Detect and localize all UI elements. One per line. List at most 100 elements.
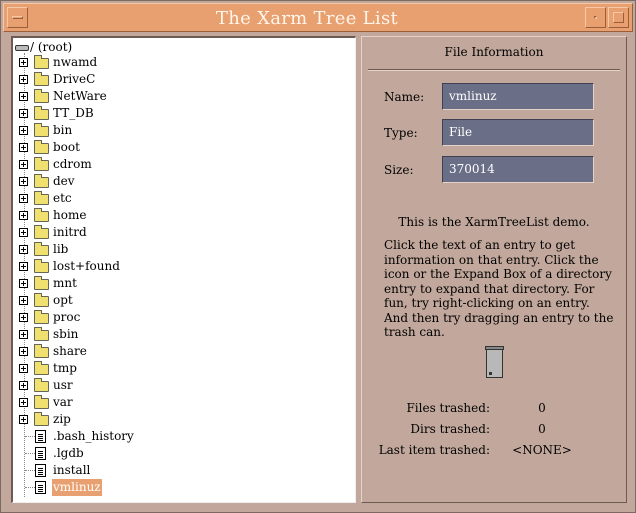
expand-box-icon[interactable] — [19, 58, 28, 67]
tree-item-label[interactable]: .lgdb — [52, 445, 85, 462]
tree-connector — [25, 470, 35, 471]
tree-root[interactable]: / (root) — [15, 40, 72, 54]
folder-icon[interactable] — [34, 55, 49, 69]
folder-icon[interactable] — [34, 174, 49, 188]
tree-connector — [25, 487, 35, 488]
file-icon[interactable] — [35, 447, 46, 460]
expand-box-icon[interactable] — [19, 347, 28, 356]
folder-icon[interactable] — [34, 361, 49, 375]
file-icon[interactable] — [35, 481, 46, 494]
trash-can-icon[interactable] — [485, 346, 504, 378]
tree-connector — [25, 453, 35, 454]
folder-icon[interactable] — [34, 395, 49, 409]
folder-icon[interactable] — [34, 225, 49, 239]
expand-box-icon[interactable] — [19, 75, 28, 84]
folder-icon[interactable] — [34, 89, 49, 103]
tree-item-label[interactable]: lib — [52, 241, 69, 258]
tree-item-label[interactable]: sbin — [52, 326, 79, 343]
file-icon[interactable] — [35, 430, 46, 443]
tree-item-label[interactable]: cdrom — [52, 156, 93, 173]
type-label: Type: — [384, 126, 418, 140]
folder-icon[interactable] — [34, 72, 49, 86]
tree-item-label[interactable]: zip — [52, 411, 72, 428]
folder-icon[interactable] — [34, 157, 49, 171]
expand-box-icon[interactable] — [19, 177, 28, 186]
folder-icon[interactable] — [34, 140, 49, 154]
tree-item-label[interactable]: tmp — [52, 360, 78, 377]
tree-item-label[interactable]: usr — [52, 377, 74, 394]
expand-box-icon[interactable] — [19, 364, 28, 373]
expand-box-icon[interactable] — [19, 126, 28, 135]
demo-caption: This is the XarmTreeList demo. — [398, 215, 590, 229]
tree-item-label[interactable]: vmlinuz — [52, 479, 102, 496]
last-trashed-value: <NONE> — [512, 443, 572, 457]
tree-item-label[interactable]: initrd — [52, 224, 88, 241]
folder-icon[interactable] — [34, 412, 49, 426]
window-title: The Xarm Tree List — [215, 8, 399, 29]
tree-item-label[interactable]: nwamd — [52, 54, 98, 71]
tree-item-label[interactable]: var — [52, 394, 74, 411]
expand-box-icon[interactable] — [19, 245, 28, 254]
folder-icon[interactable] — [34, 208, 49, 222]
expand-box-icon[interactable] — [19, 398, 28, 407]
tree-item-label[interactable]: TT_DB — [52, 105, 95, 122]
expand-box-icon[interactable] — [19, 92, 28, 101]
folder-icon[interactable] — [34, 310, 49, 324]
expand-box-icon[interactable] — [19, 313, 28, 322]
expand-box-icon[interactable] — [19, 415, 28, 424]
expand-box-icon[interactable] — [19, 160, 28, 169]
tree-item-label[interactable]: bin — [52, 122, 73, 139]
folder-icon[interactable] — [34, 276, 49, 290]
expand-box-icon[interactable] — [19, 194, 28, 203]
minimize-icon — [594, 16, 597, 19]
folder-icon[interactable] — [34, 123, 49, 137]
minimize-button[interactable] — [585, 7, 606, 28]
menu-bar-icon — [12, 16, 23, 19]
tree-item-label[interactable]: NetWare — [52, 88, 108, 105]
tree-item-label[interactable]: dev — [52, 173, 76, 190]
window-menu-button[interactable] — [7, 7, 28, 28]
tree-item-label[interactable]: opt — [52, 292, 74, 309]
expand-box-icon[interactable] — [19, 109, 28, 118]
tree-item-label[interactable]: boot — [52, 139, 81, 156]
tree-item-label[interactable]: etc — [52, 190, 73, 207]
folder-icon[interactable] — [34, 242, 49, 256]
expand-box-icon[interactable] — [19, 262, 28, 271]
tree-item-label[interactable]: proc — [52, 309, 81, 326]
expand-box-icon[interactable] — [19, 296, 28, 305]
files-trashed-label: Files trashed: — [406, 401, 490, 415]
last-trashed-label: Last item trashed: — [378, 443, 490, 457]
title-bar[interactable]: The Xarm Tree List — [3, 3, 633, 32]
type-field: File — [442, 119, 594, 146]
expand-box-icon[interactable] — [19, 381, 28, 390]
folder-icon[interactable] — [34, 327, 49, 341]
folder-icon[interactable] — [34, 378, 49, 392]
tree-list[interactable]: / (root) nwamd DriveC NetWare TT_DB bin boot c… — [11, 36, 356, 503]
tree-connector — [25, 436, 35, 437]
file-info-heading: File Information — [444, 45, 544, 59]
size-field: 370014 — [442, 156, 594, 183]
tree-item-label[interactable]: .bash_history — [52, 428, 135, 445]
maximize-button[interactable] — [608, 7, 629, 28]
tree-item-label[interactable]: lost+found — [52, 258, 121, 275]
tree-item-label[interactable]: share — [52, 343, 88, 360]
app-window: The Xarm Tree List / (root) nwamd DriveC N… — [0, 0, 636, 513]
expand-box-icon[interactable] — [19, 228, 28, 237]
drive-icon — [15, 44, 29, 51]
expand-box-icon[interactable] — [19, 330, 28, 339]
folder-icon[interactable] — [34, 259, 49, 273]
tree-item-label[interactable]: install — [52, 462, 91, 479]
maximize-icon — [613, 12, 624, 23]
folder-icon[interactable] — [34, 191, 49, 205]
expand-box-icon[interactable] — [19, 211, 28, 220]
size-label: Size: — [384, 163, 414, 177]
folder-icon[interactable] — [34, 106, 49, 120]
tree-item-label[interactable]: mnt — [52, 275, 78, 292]
folder-icon[interactable] — [34, 293, 49, 307]
expand-box-icon[interactable] — [19, 143, 28, 152]
tree-item-label[interactable]: DriveC — [52, 71, 96, 88]
file-icon[interactable] — [35, 464, 46, 477]
expand-box-icon[interactable] — [19, 279, 28, 288]
folder-icon[interactable] — [34, 344, 49, 358]
tree-item-label[interactable]: home — [52, 207, 87, 224]
